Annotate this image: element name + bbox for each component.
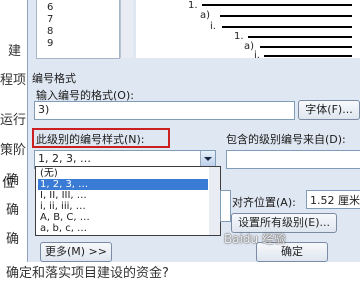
include-level-select[interactable] xyxy=(226,150,360,169)
position-side-label: 位 xyxy=(2,176,16,191)
doc-char: 运行 xyxy=(0,113,27,128)
level-item[interactable]: 7 xyxy=(47,14,53,25)
chevron-down-icon[interactable] xyxy=(200,151,215,166)
numbering-preview: 1. a) i. 1. a) i. xyxy=(136,0,360,61)
level-item[interactable]: 6 xyxy=(47,2,53,13)
level-item[interactable]: 9 xyxy=(47,38,53,49)
preview-line xyxy=(222,26,352,28)
style-option-selected[interactable]: 1, 2, 3, … xyxy=(38,179,208,190)
number-style-options[interactable]: (无) 1, 2, 3, … I, II, III, … i, ii, iii,… xyxy=(35,166,211,236)
include-level-label: 包含的级别编号来自(D): xyxy=(226,133,346,146)
style-option[interactable]: i, ii, iii, … xyxy=(38,201,208,212)
doc-char: 确 xyxy=(6,203,20,218)
preview-label: i. xyxy=(210,21,216,32)
preview-label: 1. xyxy=(188,0,198,11)
style-option[interactable]: a, b, c, … xyxy=(38,223,208,234)
style-option[interactable]: A, B, C, … xyxy=(38,212,208,223)
font-button[interactable]: 字体(F)... xyxy=(298,100,360,120)
align-select[interactable] xyxy=(220,190,231,222)
number-format-input[interactable]: 3) xyxy=(34,101,295,120)
preview-line xyxy=(260,46,352,48)
align-position-input[interactable]: 1.52 厘米 xyxy=(306,190,360,209)
preview-line xyxy=(220,15,352,17)
level-list-scrollbar[interactable] xyxy=(120,0,133,58)
preview-line xyxy=(248,36,352,38)
doc-char: 程项 xyxy=(0,73,27,88)
doc-bottom-line: 确定和落实项目建设的资金? xyxy=(6,266,169,281)
preview-line xyxy=(202,4,352,6)
align-position-label: 对齐位置(A): xyxy=(232,196,296,209)
multilevel-list-dialog: 6 7 8 9 1. a) i. 1. a) i. 编号格式 输入编号的格式(O… xyxy=(2,0,360,262)
preview-label: i. xyxy=(254,50,260,61)
number-style-label: 此级别的编号样式(N): xyxy=(36,133,145,146)
section-title-number-format: 编号格式 xyxy=(32,72,76,85)
preview-label: 1. xyxy=(234,31,244,42)
watermark-text: Baidu 经验 xyxy=(224,232,286,246)
style-option[interactable]: I, II, III, … xyxy=(38,190,208,201)
level-item[interactable]: 8 xyxy=(47,26,53,37)
preview-label: a) xyxy=(200,10,211,21)
style-option[interactable]: (无) xyxy=(38,168,208,179)
level-list[interactable]: 6 7 8 9 xyxy=(36,0,120,59)
preview-line xyxy=(264,55,352,57)
more-button[interactable]: 更多(M) >> xyxy=(40,242,112,262)
doc-char: 确 xyxy=(6,232,20,247)
preview-label: a) xyxy=(244,41,255,52)
doc-char: 建 xyxy=(8,44,22,59)
doc-char: 策阶 xyxy=(0,143,27,158)
